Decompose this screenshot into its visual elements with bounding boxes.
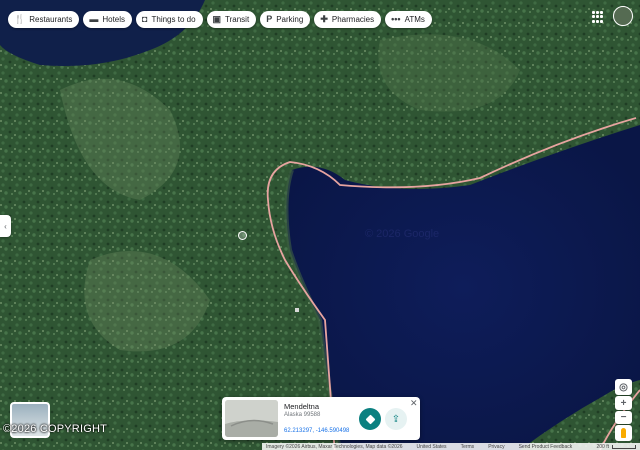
chip-label: Things to do	[151, 15, 196, 24]
collapse-panel-button[interactable]: ‹	[0, 215, 11, 237]
chip-label: Hotels	[102, 15, 126, 24]
scale-bar[interactable]: 200 ft	[596, 444, 636, 450]
chip-restaurants[interactable]: 🍴 Restaurants	[8, 11, 80, 28]
chip-label: Pharmacies	[331, 15, 375, 24]
parking-icon: P	[266, 14, 273, 24]
bed-icon: ▬	[89, 14, 99, 24]
plus-icon: +	[620, 397, 627, 409]
minus-icon: −	[620, 412, 627, 423]
scale-label: 200 ft	[596, 443, 609, 450]
chip-label: Parking	[276, 15, 304, 24]
my-location-button[interactable]: ◎	[615, 379, 632, 395]
place-thumbnail[interactable]	[225, 400, 278, 437]
link-terms[interactable]: Terms	[461, 444, 475, 450]
bus-icon: ▣	[212, 14, 222, 24]
share-icon: ⇪	[391, 413, 401, 425]
atm-icon: •••	[391, 14, 401, 24]
apps-grid-icon[interactable]	[592, 11, 604, 23]
locate-icon: ◎	[619, 381, 628, 393]
chip-label: ATMs	[404, 15, 425, 24]
chip-atms[interactable]: ••• ATMs	[385, 11, 432, 28]
zoom-out-button[interactable]: −	[615, 411, 632, 424]
chip-things-to-do[interactable]: ◘ Things to do	[136, 11, 203, 28]
account-avatar[interactable]	[613, 6, 633, 26]
place-coordinates[interactable]: 62.213297, -146.590498	[284, 428, 349, 434]
chip-hotels[interactable]: ▬ Hotels	[83, 11, 133, 28]
google-watermark: © 2026 Google	[365, 228, 440, 240]
close-icon[interactable]: ✕	[410, 398, 418, 409]
satellite-map[interactable]	[0, 0, 640, 450]
chip-transit[interactable]: ▣ Transit	[206, 11, 257, 28]
scale-ruler	[612, 444, 636, 449]
chip-label: Restaurants	[29, 15, 73, 24]
category-chips: 🍴 Restaurants ▬ Hotels ◘ Things to do ▣ Tran…	[8, 11, 432, 28]
location-pin[interactable]	[238, 231, 247, 240]
attribution-bar: Imagery ©2026 Airbus, Maxar Technologies…	[262, 443, 640, 450]
chip-label: Transit	[225, 15, 250, 24]
link-united-states[interactable]: United States	[417, 444, 447, 450]
directions-icon	[365, 414, 375, 424]
fork-knife-icon: 🍴	[14, 14, 26, 24]
imagery-credit: Imagery ©2026 Airbus, Maxar Technologies…	[266, 443, 403, 450]
copyright-overlay: ©2026 COPYRIGHT	[3, 423, 108, 435]
place-address: Alaska 99588	[284, 412, 321, 418]
chip-pharmacies[interactable]: ✚ Pharmacies	[314, 11, 382, 28]
chevron-left-icon: ‹	[4, 221, 7, 231]
link-privacy[interactable]: Privacy	[488, 444, 504, 450]
share-button[interactable]: ⇪	[385, 408, 407, 430]
directions-button[interactable]	[359, 408, 381, 430]
cabin	[295, 308, 299, 312]
link-feedback[interactable]: Send Product Feedback	[519, 444, 573, 450]
chip-parking[interactable]: P Parking	[260, 11, 311, 28]
pharmacy-icon: ✚	[320, 14, 328, 24]
camera-icon: ◘	[142, 14, 148, 24]
zoom-in-button[interactable]: +	[615, 396, 632, 410]
street-view-thumbnail	[225, 400, 278, 437]
place-card[interactable]: Mendeltna Alaska 99588 62.213297, -146.5…	[222, 397, 420, 440]
place-name: Mendeltna	[284, 402, 320, 411]
street-view-pegman-icon[interactable]	[615, 425, 632, 441]
